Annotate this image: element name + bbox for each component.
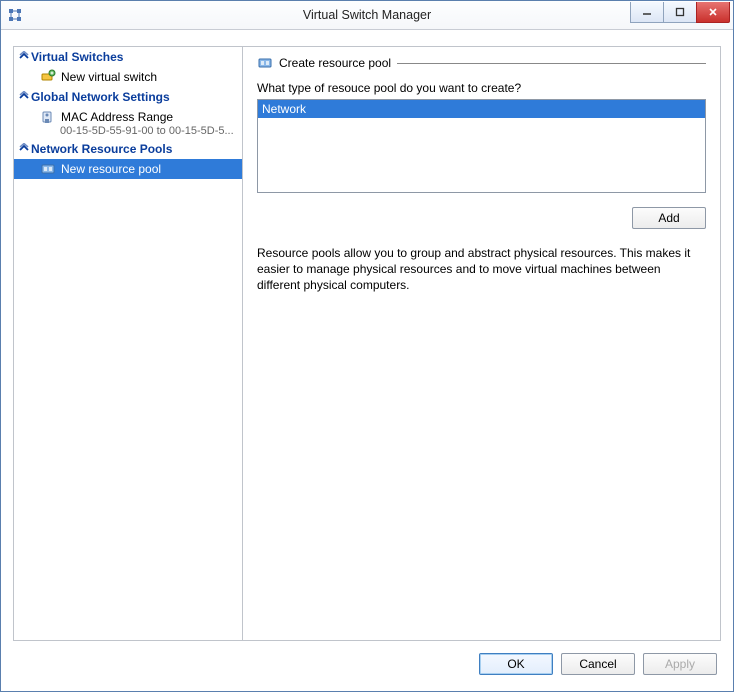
content-pane: Create resource pool What type of resouc… (243, 47, 720, 640)
list-item-network[interactable]: Network (258, 100, 705, 118)
window-title: Virtual Switch Manager (1, 8, 733, 22)
sidebar-item-label: New resource pool (61, 162, 161, 176)
nic-icon (40, 109, 56, 125)
dialog-footer: OK Cancel Apply (13, 641, 721, 679)
virtual-switch-manager-window: Virtual Switch Manager Virtual Switc (0, 0, 734, 692)
group-header: Create resource pool (257, 55, 706, 71)
sidebar-item-new-resource-pool[interactable]: New resource pool (14, 159, 242, 179)
sidebar-item-subtext: 00-15-5D-55-91-00 to 00-15-5D-5... (40, 125, 234, 137)
category-network-resource-pools[interactable]: Network Resource Pools (14, 139, 242, 159)
chevron-up-icon (17, 91, 31, 104)
minimize-button[interactable] (630, 2, 664, 23)
close-button[interactable] (696, 2, 730, 23)
pool-icon (257, 55, 273, 71)
category-label: Global Network Settings (31, 90, 170, 104)
client-area: Virtual Switches New virtual switch Glob… (1, 30, 733, 691)
chevron-up-icon (17, 143, 31, 156)
pool-icon (40, 161, 56, 177)
window-controls (631, 2, 733, 22)
ok-button[interactable]: OK (479, 653, 553, 675)
apply-button[interactable]: Apply (643, 653, 717, 675)
category-virtual-switches[interactable]: Virtual Switches (14, 47, 242, 67)
chevron-up-icon (17, 51, 31, 64)
prompt-text: What type of resouce pool do you want to… (257, 81, 706, 95)
titlebar: Virtual Switch Manager (1, 1, 733, 30)
category-label: Network Resource Pools (31, 142, 172, 156)
sidebar-item-label: New virtual switch (61, 70, 157, 84)
description-text: Resource pools allow you to group and ab… (257, 245, 706, 294)
app-icon (7, 7, 23, 23)
maximize-button[interactable] (663, 2, 697, 23)
pool-type-listbox[interactable]: Network (257, 99, 706, 193)
sidebar-item-new-virtual-switch[interactable]: New virtual switch (14, 67, 242, 87)
sidebar-item-label: MAC Address Range (61, 110, 173, 124)
sidebar: Virtual Switches New virtual switch Glob… (14, 47, 243, 640)
separator-line (397, 63, 706, 64)
category-label: Virtual Switches (31, 50, 123, 64)
cancel-button[interactable]: Cancel (561, 653, 635, 675)
sidebar-item-mac-address-range[interactable]: MAC Address Range 00-15-5D-55-91-00 to 0… (14, 107, 242, 139)
main-panels: Virtual Switches New virtual switch Glob… (13, 46, 721, 641)
switch-new-icon (40, 69, 56, 85)
category-global-network-settings[interactable]: Global Network Settings (14, 87, 242, 107)
group-title: Create resource pool (279, 56, 391, 70)
add-button[interactable]: Add (632, 207, 706, 229)
